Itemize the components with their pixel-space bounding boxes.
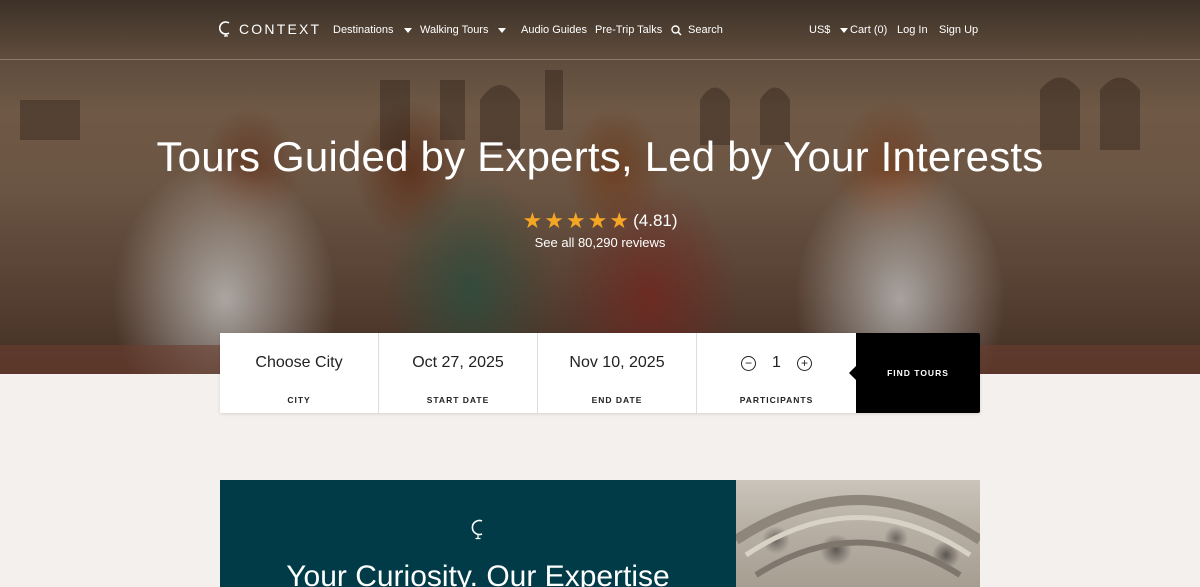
end-date-label: END DATE <box>591 395 643 405</box>
signup-link[interactable]: Sign Up <box>939 24 978 36</box>
promo-image <box>736 480 980 587</box>
star-icon: ★ <box>522 208 543 233</box>
nav-destinations[interactable]: Destinations <box>333 24 412 36</box>
participants-label: PARTICIPANTS <box>739 395 814 405</box>
rating-summary: ★ ★ ★ ★ ★ (4.81) <box>0 210 1200 232</box>
nav-walking-tours[interactable]: Walking Tours <box>420 24 507 36</box>
star-icon: ★ <box>565 208 586 233</box>
end-date-value: Nov 10, 2025 <box>569 354 665 371</box>
participants-field: − 1 + PARTICIPANTS <box>697 333 856 413</box>
stone-arch-carving <box>736 495 980 578</box>
start-date-field[interactable]: Oct 27, 2025 START DATE <box>379 333 538 413</box>
end-date-field[interactable]: Nov 10, 2025 END DATE <box>538 333 697 413</box>
hero-title: Tours Guided by Experts, Led by Your Int… <box>156 133 1044 180</box>
context-logo-icon <box>219 21 230 37</box>
nav-walking-tours-label: Walking Tours <box>420 24 489 36</box>
rating-value: (4.81) <box>633 211 678 230</box>
chevron-down-icon <box>403 27 412 33</box>
nav-search-label: Search <box>688 24 723 36</box>
chevron-down-icon <box>840 27 849 33</box>
cart-label: Cart (0) <box>850 24 888 36</box>
currency-label: US$ <box>809 24 831 36</box>
minus-icon[interactable]: − <box>741 355 757 371</box>
chevron-down-icon <box>498 27 507 33</box>
nav-pre-trip-talks[interactable]: Pre-Trip Talks <box>595 24 662 36</box>
login-label: Log In <box>897 24 928 36</box>
tour-search-bar: Choose City CITY Oct 27, 2025 START DATE… <box>220 333 980 413</box>
search-icon <box>671 24 682 36</box>
city-value: Choose City <box>255 354 343 371</box>
star-icon: ★ <box>609 208 630 233</box>
plus-icon[interactable]: + <box>796 355 812 371</box>
nav-audio-guides[interactable]: Audio Guides <box>521 24 587 36</box>
promo-heading: Your Curiosity. Our Expertise <box>286 560 670 587</box>
nav-audio-guides-label: Audio Guides <box>521 24 588 36</box>
context-logo-icon <box>471 519 483 540</box>
top-nav: CONTEXT Destinations Walking Tours Audio… <box>0 0 1200 60</box>
star-icon: ★ <box>587 208 608 233</box>
city-label: CITY <box>287 395 311 405</box>
start-date-value: Oct 27, 2025 <box>412 354 504 371</box>
login-link[interactable]: Log In <box>897 24 928 36</box>
signup-label: Sign Up <box>939 24 979 36</box>
currency-selector[interactable]: US$ <box>809 24 849 36</box>
cart-link[interactable]: Cart (0) <box>850 24 887 36</box>
nav-search[interactable]: Search <box>671 24 723 36</box>
logo-text: CONTEXT <box>239 21 322 37</box>
start-date-label: START DATE <box>426 395 490 405</box>
promo-panel: Your Curiosity. Our Expertise <box>220 480 736 587</box>
star-icon: ★ <box>544 208 564 233</box>
nav-destinations-label: Destinations <box>333 24 394 36</box>
participants-stepper: − 1 + <box>697 354 856 372</box>
nav-pre-trip-talks-label: Pre-Trip Talks <box>595 24 663 36</box>
city-field[interactable]: Choose City CITY <box>220 333 379 413</box>
see-all-reviews-link[interactable]: See all 80,290 reviews <box>0 235 1200 250</box>
participants-value: 1 <box>772 354 781 371</box>
find-tours-button[interactable]: FIND TOURS <box>849 333 980 413</box>
context-logo[interactable]: CONTEXT <box>219 21 321 37</box>
